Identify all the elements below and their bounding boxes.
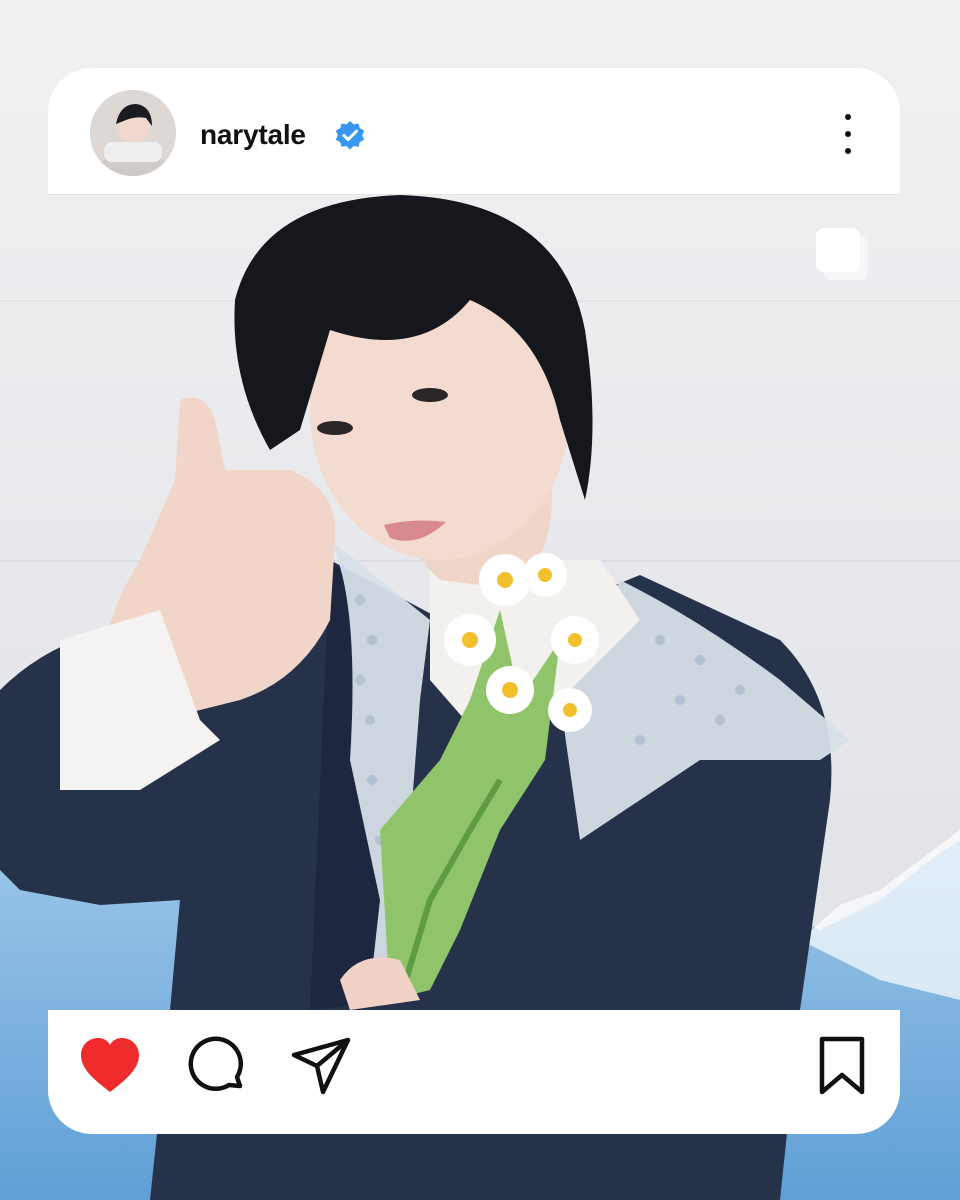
more-vertical-icon	[845, 114, 851, 120]
username[interactable]: narytale	[200, 118, 306, 152]
like-button[interactable]	[78, 1036, 142, 1096]
paper-plane-icon	[291, 1037, 351, 1095]
heart-icon	[81, 1038, 139, 1092]
save-button[interactable]	[810, 1036, 874, 1096]
comment-bubble-icon	[188, 1036, 243, 1091]
verified-badge-icon	[335, 121, 365, 150]
comment-button[interactable]	[186, 1036, 250, 1096]
avatar[interactable]	[90, 90, 176, 176]
post-action-bar	[48, 1010, 900, 1134]
bookmark-icon	[819, 1036, 865, 1095]
multiple-photos-icon	[816, 228, 868, 280]
share-button[interactable]	[290, 1036, 354, 1096]
more-options-button[interactable]	[836, 114, 860, 154]
post-header: narytale	[48, 68, 900, 194]
avatar-image	[90, 90, 176, 176]
